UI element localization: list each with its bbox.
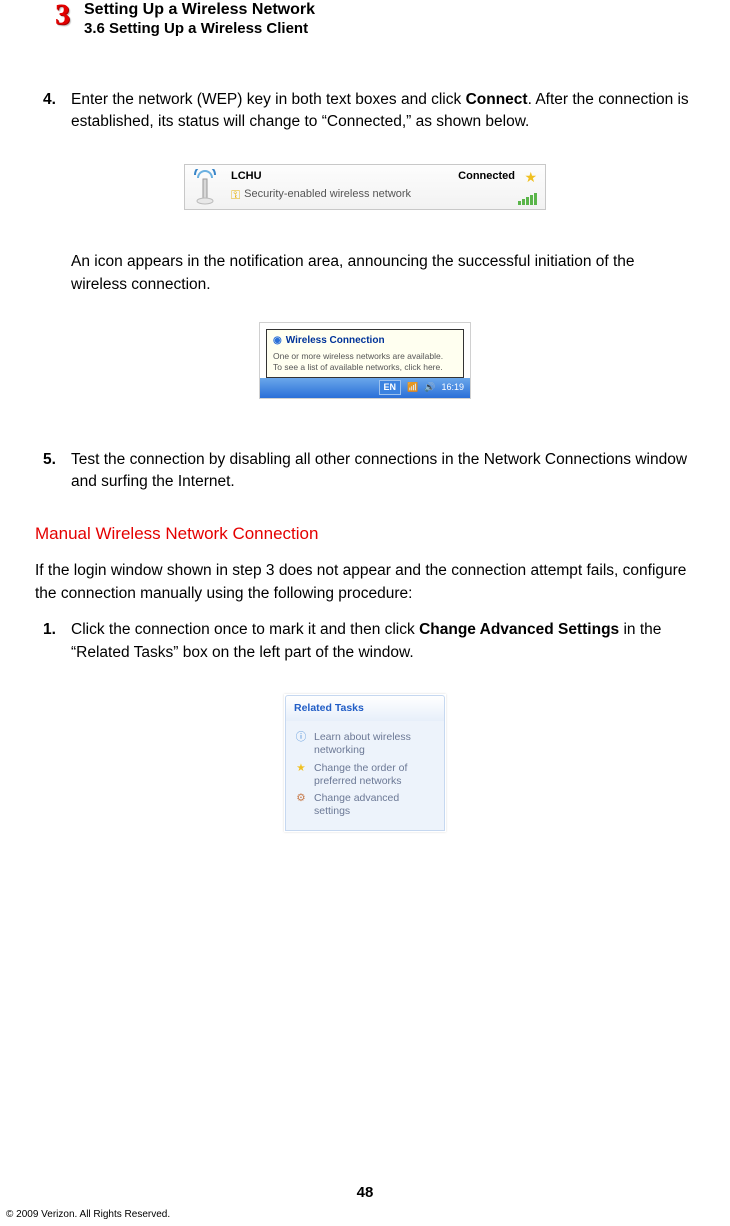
step-number: 5. [43,449,71,494]
step-4: 4. Enter the network (WEP) key in both t… [43,89,695,134]
balloon-line2: To see a list of available networks, cli… [273,362,457,373]
balloon-title: Wireless Connection [286,334,385,349]
mstep1-bold: Change Advanced Settings [419,621,619,638]
related-task-order[interactable]: ★ Change the order of preferred networks [294,762,436,788]
balloon-wireless-icon: ◉ [273,334,282,349]
taskbar-clock: 16:19 [441,381,464,394]
section-title: 3.6 Setting Up a Wireless Client [84,20,315,39]
step-body: Enter the network (WEP) key in both text… [71,89,695,134]
tray-sound-icon: 🔊 [424,381,435,394]
language-indicator: EN [379,380,402,395]
network-ssid: LCHU [231,169,262,185]
step-5: 5. Test the connection by disabling all … [43,449,695,494]
manual-step-1: 1. Click the connection once to mark it … [43,619,695,664]
tray-wireless-icon: 📶 [407,381,418,394]
taskbar: EN 📶 🔊 16:19 [260,378,470,398]
related-tasks-header: Related Tasks [285,695,445,721]
chapter-number: 3 [55,0,70,30]
step4-bold: Connect [466,91,528,108]
info-icon: ⓘ [294,731,308,744]
step-body: Test the connection by disabling all oth… [71,449,695,494]
copyright-line: © 2009 Verizon. All Rights Reserved. [6,1208,170,1223]
favorite-star-icon: ★ [524,167,537,187]
related-task-label: Change the order of preferred networks [314,762,436,788]
step-body: Click the connection once to mark it and… [71,619,695,664]
balloon-line1: One or more wireless networks are availa… [273,351,457,362]
signal-bars-icon [518,193,537,205]
gear-icon: ⚙ [294,792,308,805]
chapter-header: 3 Setting Up a Wireless Network 3.6 Sett… [55,0,695,39]
star-icon: ★ [294,762,308,775]
step-number: 1. [43,619,71,664]
chapter-title: Setting Up a Wireless Network [84,0,315,20]
step4-pre: Enter the network (WEP) key in both text… [71,91,466,108]
step-number: 4. [43,89,71,134]
subheading-manual: Manual Wireless Network Connection [35,522,695,547]
page-number: 48 [0,1182,730,1204]
related-task-label: Learn about wireless networking [314,731,436,757]
related-task-learn[interactable]: ⓘ Learn about wireless networking [294,731,436,757]
network-status: Connected [458,169,515,185]
balloon-tooltip: ◉ Wireless Connection One or more wirele… [266,329,464,378]
security-text: Security-enabled wireless network [244,187,411,203]
lock-icon: ⚿ [231,187,240,204]
mstep1-pre: Click the connection once to mark it and… [71,621,419,638]
manual-intro-paragraph: If the login window shown in step 3 does… [35,560,695,605]
figure-related-tasks: Related Tasks ⓘ Learn about wireless net… [284,694,446,832]
figure-notification-balloon: ◉ Wireless Connection One or more wirele… [259,322,471,399]
related-task-label: Change advanced settings [314,792,436,818]
network-security-line: ⚿ Security-enabled wireless network [231,187,411,204]
related-task-advanced[interactable]: ⚙ Change advanced settings [294,792,436,818]
figure-network-item: LCHU Connected ★ ⚿ Security-enabled wire… [184,164,546,210]
wireless-antenna-icon [191,169,219,205]
after-fig1-paragraph: An icon appears in the notification area… [71,251,691,296]
